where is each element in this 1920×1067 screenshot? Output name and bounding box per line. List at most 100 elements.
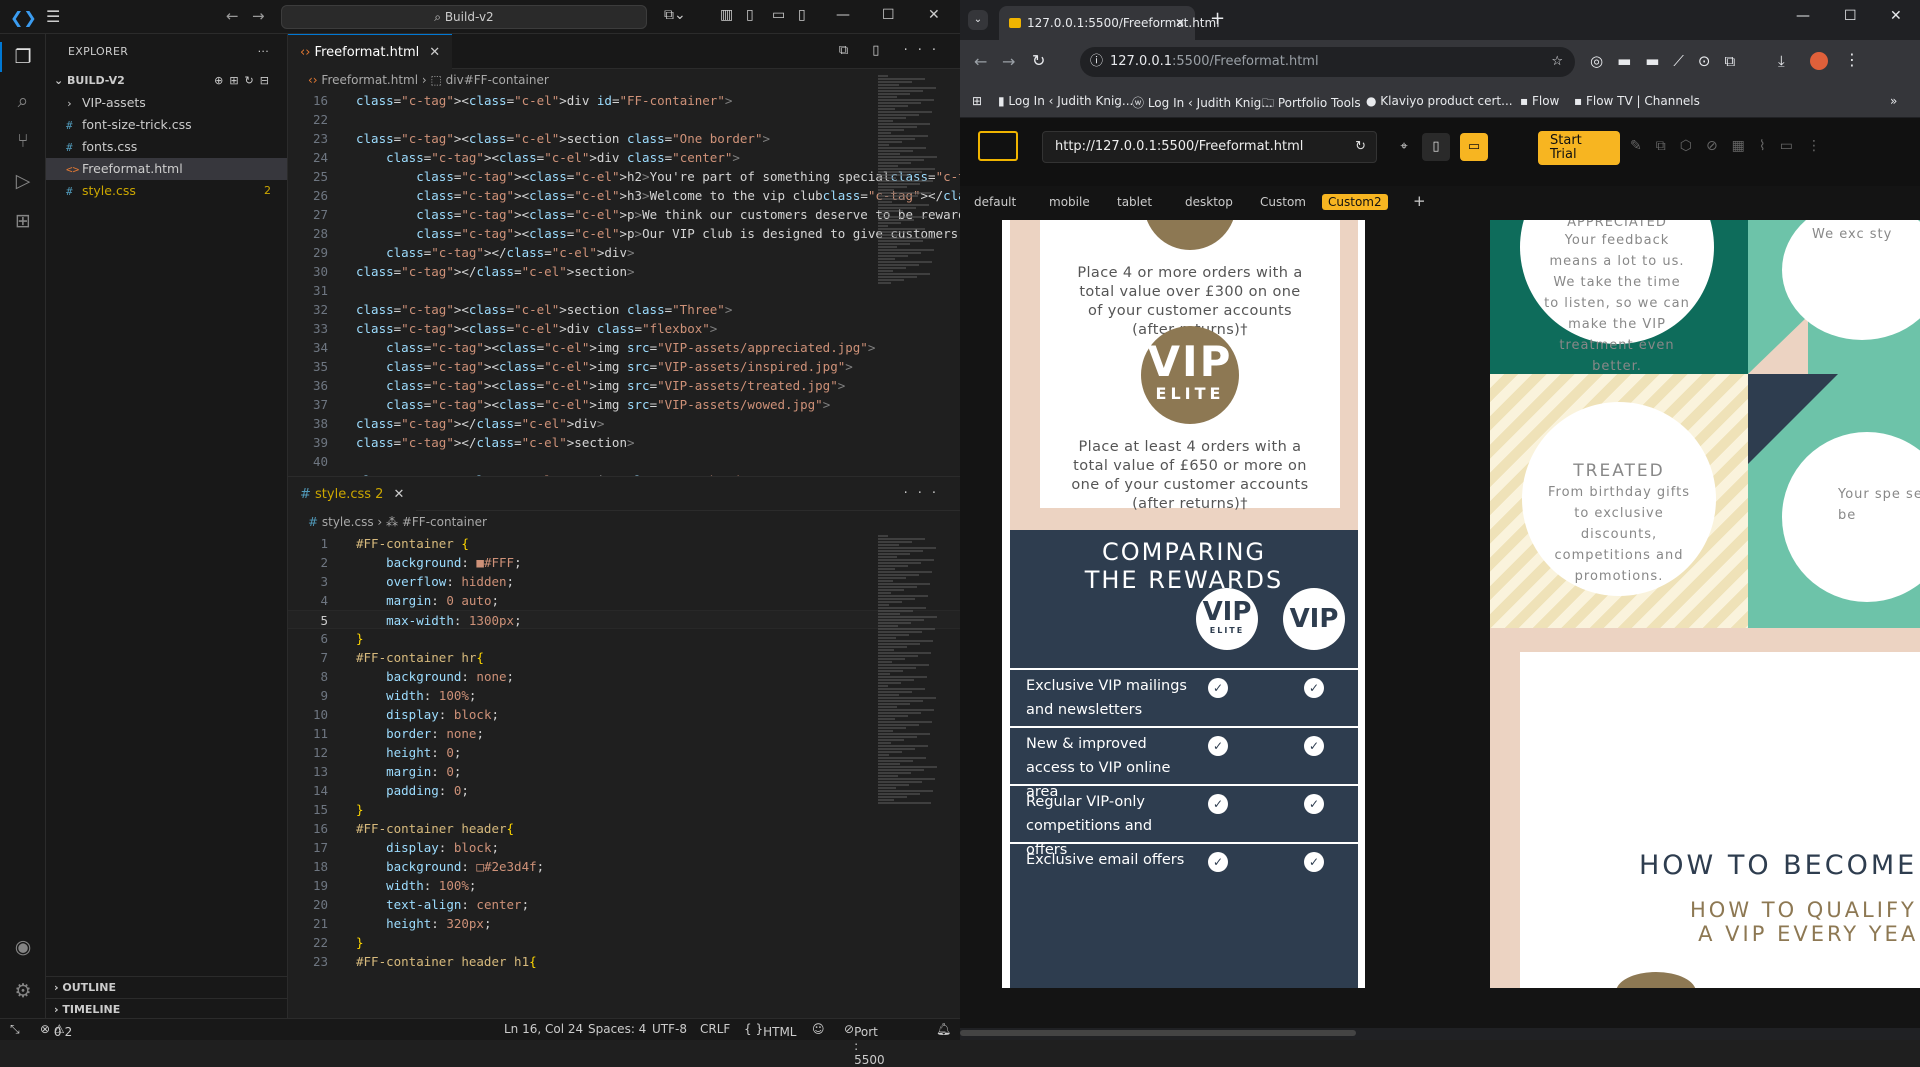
minimap-bottom[interactable] (878, 534, 950, 805)
viewport-tab-tablet[interactable]: tablet (1111, 194, 1158, 210)
refresh-icon[interactable]: ↻ (1355, 132, 1366, 162)
toggle-secondary-sidebar-icon[interactable]: ▯ (798, 7, 806, 23)
css-code-view[interactable]: 1 #FF-container {2 background: ■#FFF; 3 ov… (288, 534, 960, 1018)
code-line[interactable]: 3 overflow: hidden; (288, 572, 960, 591)
reload-icon[interactable]: ↻ (1032, 51, 1045, 70)
code-line[interactable]: 13 margin: 0; (288, 762, 960, 781)
breadcrumb[interactable]: ‹› Freeformat.html › ⬚ div#FF-container (288, 69, 960, 91)
code-line[interactable]: 28 class="c-tag"><class="c-el">p>Our VIP… (288, 224, 960, 243)
code-line[interactable]: 30 class="c-tag"></class="c-el">section> (288, 262, 960, 281)
code-line[interactable]: 22 (288, 110, 960, 129)
file-item-fonts-css[interactable]: # fonts.css (46, 136, 287, 158)
start-trial-button[interactable]: Start Trial (1538, 131, 1620, 165)
code-line[interactable]: 12 height: 0; (288, 743, 960, 762)
copilot-status-icon[interactable]: ☺ (812, 1022, 825, 1036)
toggle-panel-icon[interactable]: ▭ (772, 7, 785, 23)
remote-icon[interactable]: ⤡ (10, 1022, 20, 1037)
file-item-freeformat-html[interactable]: <> Freeformat.html (46, 158, 287, 180)
code-line[interactable]: 16 #FF-container header{ (288, 819, 960, 838)
tab-search-icon[interactable]: ⌄ (968, 10, 988, 30)
code-line[interactable]: 27 class="c-tag"><class="c-el">p>We thin… (288, 205, 960, 224)
bookmark-1[interactable]: ▮ Log In ‹ Judith Knig... (998, 94, 1133, 108)
bookmark-star-icon[interactable]: ☆ (1551, 47, 1563, 77)
code-line[interactable]: 16 class="c-tag"><class="c-el">div id="FF… (288, 91, 960, 110)
code-line[interactable]: 26 class="c-tag"><class="c-el">h3>Welcom… (288, 186, 960, 205)
problems-indicator[interactable]: ⊗ 0 ⚠ 2 (40, 1022, 72, 1039)
indentation[interactable]: Spaces: 4 (588, 1022, 646, 1036)
explorer-tools[interactable]: ⊕⊞↻⊟ (214, 70, 275, 92)
bookmark-2[interactable]: ⓦ Log In ‹ Judith Knig... (1132, 94, 1273, 111)
code-line[interactable]: 31 (288, 281, 960, 300)
tab-freeformat-html[interactable]: ‹› Freeformat.html ✕ (288, 34, 453, 69)
site-info-icon[interactable]: ⓘ (1090, 47, 1103, 77)
outline-section[interactable]: › OUTLINE (46, 976, 288, 998)
bookmark-klaviyo[interactable]: ● Klaviyo product cert... (1366, 94, 1513, 108)
extension-icons[interactable]: ◎▬▬⟋⊙⧉ (1590, 52, 1749, 70)
viewer-url-field[interactable]: http://127.0.0.1:5500/Freeformat.html ↻ (1042, 131, 1377, 163)
code-line[interactable]: 5 max-width: 1300px; (288, 610, 960, 629)
phone-icon[interactable]: ▯ (1422, 133, 1450, 161)
viewer-tool-icons[interactable]: ✎⧉⬡⊘▦⌇▭⋮ (1630, 138, 1835, 154)
code-line[interactable]: 22} (288, 933, 960, 952)
code-line[interactable]: 29 class="c-tag"></class="c-el">div> (288, 243, 960, 262)
tab-style-css[interactable]: # style.css 2 ✕ (288, 477, 417, 512)
viewport-tab-default[interactable]: default (968, 194, 1022, 210)
code-line[interactable]: 2 background: ■#FFF; (288, 553, 960, 572)
cursor-position[interactable]: Ln 16, Col 24 (504, 1022, 583, 1036)
file-item-font-size-trick-css[interactable]: # font-size-trick.css (46, 114, 287, 136)
close-tab-icon[interactable]: ✕ (429, 45, 440, 60)
line-ending[interactable]: CRLF (700, 1022, 730, 1036)
code-line[interactable]: 39 class="c-tag"></class="c-el">section> (288, 433, 960, 452)
minimize-icon[interactable]: — (836, 7, 850, 23)
editor-actions[interactable]: ⧉ ▯ ··· (839, 43, 946, 58)
viewport-tab-custom[interactable]: Custom (1254, 194, 1312, 210)
notifications-bell-icon[interactable]: 🔔︎ (936, 1022, 951, 1036)
code-line[interactable]: 37 class="c-tag"><class="c-el">img src="… (288, 395, 960, 414)
address-bar[interactable]: ⓘ 127.0.0.1:5500/Freeformat.html ☆ (1080, 47, 1575, 77)
code-line[interactable]: 14 padding: 0; (288, 781, 960, 800)
preview-frame-tablet[interactable]: APPRECIATED Your feedback means a lot to… (1490, 220, 1920, 988)
source-control-icon[interactable]: ⑂ (11, 130, 35, 154)
back-icon[interactable]: ← (974, 52, 987, 71)
more-actions-icon[interactable]: ··· (258, 34, 269, 70)
breadcrumb-selector[interactable]: #FF-container (402, 515, 487, 529)
add-viewport-button[interactable]: + (1407, 191, 1432, 211)
forward-icon[interactable]: → (1002, 52, 1015, 71)
account-icon[interactable]: ◉ (11, 936, 35, 960)
code-line[interactable]: 8 background: none; (288, 667, 960, 686)
download-icon[interactable]: ⤓ (1778, 52, 1785, 70)
new-tab-icon[interactable]: + (1210, 8, 1225, 29)
more-bookmarks-icon[interactable]: » (1890, 94, 1897, 108)
code-line[interactable]: 32 class="c-tag"><class="c-el">section cl… (288, 300, 960, 319)
code-line[interactable]: 20 text-align: center; (288, 895, 960, 914)
file-item-vip-assets[interactable]: › VIP-assets (46, 92, 287, 114)
close-tab-icon[interactable]: ✕ (393, 487, 404, 502)
code-line[interactable]: 17 display: block; (288, 838, 960, 857)
code-line[interactable]: 10 display: block; (288, 705, 960, 724)
code-line[interactable]: 23 #FF-container header h1{ (288, 952, 960, 971)
settings-gear-icon[interactable]: ⚙ (11, 980, 35, 1004)
viewport-tab-mobile[interactable]: mobile (1043, 194, 1096, 210)
browser-tab[interactable]: 127.0.0.1:5500/Freeformat.html ✕ (999, 6, 1220, 40)
timeline-section[interactable]: › TIMELINE (46, 998, 288, 1020)
command-center-search[interactable]: ⌕ Build-v2 (281, 5, 647, 29)
live-server-port[interactable]: ⊘ Port : 5500 (844, 1022, 885, 1067)
code-line[interactable]: 23 class="c-tag"><class="c-el">section cl… (288, 129, 960, 148)
code-line[interactable]: 38 class="c-tag"></class="c-el">div> (288, 414, 960, 433)
code-line[interactable]: 4 margin: 0 auto; (288, 591, 960, 610)
workspace-folder[interactable]: ⌄ BUILD-V2 ⊕⊞↻⊟ (46, 70, 287, 92)
toggle-sidebar-icon[interactable]: ▯ (746, 7, 754, 23)
bookmark-flow[interactable]: ▪ Flow (1520, 94, 1559, 108)
viewport-tab-desktop[interactable]: desktop (1179, 194, 1239, 210)
bookmark-folder-portfolio[interactable]: 🗀︎ Portfolio Tools (1262, 94, 1361, 115)
code-line[interactable]: 21 height: 320px; (288, 914, 960, 933)
preview-frame-mobile[interactable]: Place 4 or more orders with a total valu… (1002, 220, 1365, 988)
editor-actions[interactable]: ··· (904, 486, 946, 501)
breadcrumb[interactable]: # style.css › ⁂ #FF-container (288, 511, 960, 533)
maximize-icon[interactable]: ☐ (882, 7, 895, 23)
code-line[interactable]: 9 width: 100%; (288, 686, 960, 705)
search-icon[interactable]: ⌕ (11, 90, 35, 114)
breadcrumb-element[interactable]: div#FF-container (446, 73, 549, 87)
code-line[interactable]: 19 width: 100%; (288, 876, 960, 895)
minimap-top[interactable] (878, 74, 950, 285)
